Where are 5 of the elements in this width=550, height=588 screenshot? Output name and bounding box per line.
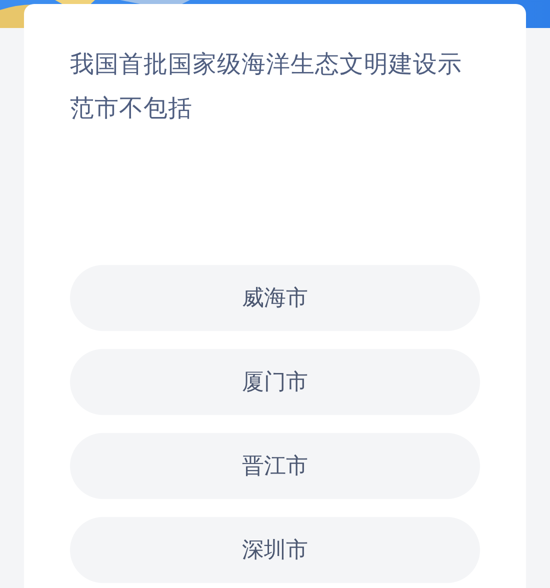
answer-option[interactable]: 深圳市 [70,517,480,583]
question-text: 我国首批国家级海洋生态文明建设示范市不包括 [70,49,463,124]
answer-option[interactable]: 威海市 [70,265,480,331]
answer-option[interactable]: 厦门市 [70,349,480,415]
answer-option[interactable]: 晋江市 [70,433,480,499]
